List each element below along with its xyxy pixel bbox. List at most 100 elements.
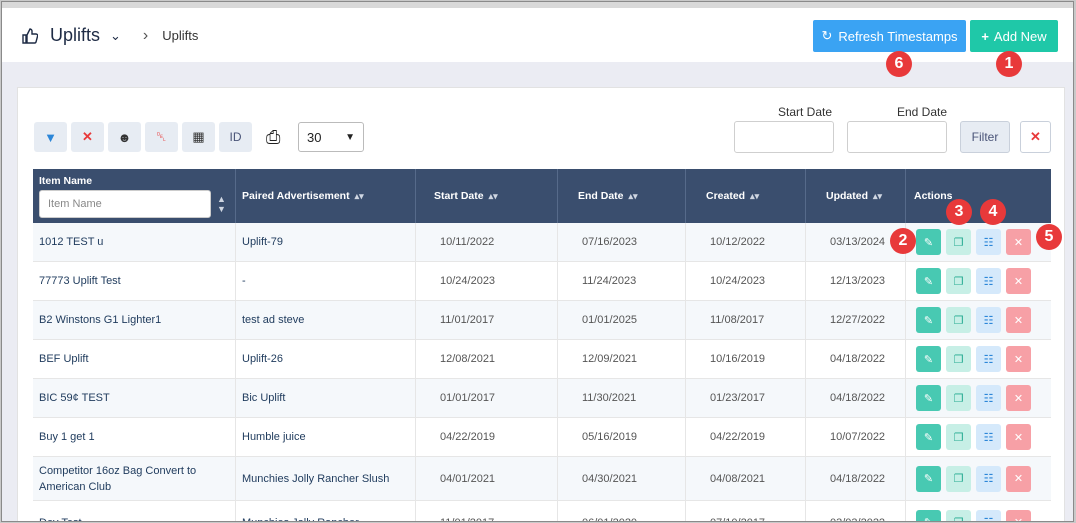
cell-item-name[interactable]: BIC 59¢ TEST — [33, 379, 236, 417]
end-date-input[interactable] — [847, 121, 947, 153]
document-button[interactable]: ☷ — [976, 465, 1001, 492]
copy-button[interactable]: ❐ — [946, 509, 971, 521]
sort-icon: ▴▾ — [354, 190, 364, 201]
item-name-filter-input[interactable]: Item Name — [39, 189, 211, 218]
document-button[interactable]: ☷ — [976, 424, 1001, 450]
column-created[interactable]: Created ▴▾ — [686, 169, 806, 223]
cell-item-name[interactable]: BEF Uplift — [33, 340, 236, 378]
table-row: Buy 1 get 1 Humble juice 04/22/2019 05/1… — [33, 418, 1051, 457]
page-size-value: 30 — [307, 129, 322, 145]
delete-row-button[interactable]: ✕ — [1006, 385, 1031, 411]
close-icon: ✕ — [1013, 314, 1024, 327]
delete-row-button[interactable]: ✕ — [1006, 268, 1031, 294]
add-new-button[interactable]: + Add New — [970, 20, 1058, 52]
plus-icon: + — [981, 28, 989, 44]
cell-end-date: 07/16/2023 — [558, 223, 686, 261]
cell-actions: ✎ ❐ ☷ ✕ — [906, 301, 1051, 339]
copy-button[interactable]: ❐ — [946, 424, 971, 450]
print-icon[interactable]: ⎙ — [266, 127, 290, 148]
start-date-input[interactable] — [734, 121, 834, 153]
copy-icon: ❐ — [953, 431, 964, 444]
filter-toggle-button[interactable]: ▼ — [34, 122, 67, 152]
delete-row-button[interactable]: ✕ — [1006, 424, 1031, 450]
cell-updated: 10/07/2022 — [806, 418, 906, 456]
refresh-timestamps-button[interactable]: ↻ Refresh Timestamps — [813, 20, 966, 52]
pencil-icon: ✎ — [923, 314, 934, 327]
cell-item-name[interactable]: Buy 1 get 1 — [33, 418, 236, 456]
document-button[interactable]: ☷ — [976, 229, 1001, 255]
id-toggle-button[interactable]: ID — [219, 122, 252, 152]
cell-actions: ✎ ❐ ☷ ✕ — [906, 379, 1051, 417]
cell-start-date: 10/11/2022 — [416, 223, 558, 261]
edit-button[interactable]: ✎ — [916, 385, 941, 411]
edit-button[interactable]: ✎ — [916, 268, 941, 294]
cell-item-name[interactable]: Dev Test — [33, 501, 236, 521]
page-size-select[interactable]: 30 ▼ — [298, 122, 364, 152]
uplifts-table: Item Name Item Name ▲︎ ▼ Paired Advertise… — [33, 169, 1051, 521]
table-row: BEF Uplift Uplift-26 12/08/2021 12/09/20… — [33, 340, 1051, 379]
breadcrumb[interactable]: Uplifts — [162, 28, 198, 43]
edit-button[interactable]: ✎ — [916, 307, 941, 333]
cell-created: 11/08/2017 — [686, 301, 806, 339]
cell-item-name[interactable]: B2 Winstons G1 Lighter1 — [33, 301, 236, 339]
callout-marker-1: 1 — [996, 51, 1022, 77]
close-icon: ✕ — [1013, 431, 1024, 444]
document-button[interactable]: ☷ — [976, 509, 1001, 521]
cell-item-name[interactable]: 1012 TEST u — [33, 223, 236, 261]
filter-button[interactable]: Filter — [960, 121, 1010, 153]
edit-button[interactable]: ✎ — [916, 229, 941, 255]
copy-button[interactable]: ❐ — [946, 307, 971, 333]
copy-button[interactable]: ❐ — [946, 268, 971, 294]
calendar-button[interactable]: ▦ — [182, 122, 215, 152]
column-label: Start Date — [434, 190, 484, 202]
user-secret-button[interactable]: ☻ — [108, 122, 141, 152]
copy-button[interactable]: ❐ — [946, 346, 971, 372]
cell-paired-ad: Uplift-26 — [236, 340, 416, 378]
edit-button[interactable]: ✎ — [916, 424, 941, 450]
callout-marker-4: 4 — [980, 199, 1006, 225]
document-icon: ☷ — [983, 275, 994, 288]
column-actions: Actions — [906, 169, 1051, 223]
page-title: Uplifts — [50, 25, 101, 45]
copy-button[interactable]: ❐ — [946, 229, 971, 255]
column-start-date[interactable]: Start Date ▴▾ — [416, 169, 558, 223]
cell-start-date: 04/22/2019 — [416, 418, 558, 456]
delete-button[interactable]: ␡ — [145, 122, 178, 152]
pencil-icon: ✎ — [923, 473, 934, 485]
clear-date-button[interactable]: ✕ — [1020, 121, 1051, 153]
table-row: 77773 Uplift Test - 10/24/2023 11/24/202… — [33, 262, 1051, 301]
document-button[interactable]: ☷ — [976, 385, 1001, 411]
clear-filters-button[interactable]: ✕ — [71, 122, 104, 152]
cell-actions: ✎ ❐ ☷ ✕ — [906, 501, 1051, 521]
edit-button[interactable]: ✎ — [916, 509, 941, 521]
delete-row-button[interactable]: ✕ — [1006, 346, 1031, 372]
column-end-date[interactable]: End Date ▴▾ — [558, 169, 686, 223]
cell-created: 04/08/2021 — [686, 457, 806, 500]
document-icon: ☷ — [983, 473, 994, 485]
document-button[interactable]: ☷ — [976, 307, 1001, 333]
document-icon: ☷ — [983, 353, 994, 366]
delete-row-button[interactable]: ✕ — [1006, 229, 1031, 255]
copy-button[interactable]: ❐ — [946, 385, 971, 411]
edit-button[interactable]: ✎ — [916, 346, 941, 372]
document-button[interactable]: ☷ — [976, 268, 1001, 294]
delete-row-button[interactable]: ✕ — [1006, 465, 1031, 492]
cell-item-name[interactable]: 77773 Uplift Test — [33, 262, 236, 300]
copy-button[interactable]: ❐ — [946, 465, 971, 492]
cell-start-date: 11/01/2017 — [416, 501, 558, 521]
delete-row-button[interactable]: ✕ — [1006, 307, 1031, 333]
cell-created: 10/12/2022 — [686, 223, 806, 261]
document-button[interactable]: ☷ — [976, 346, 1001, 372]
edit-button[interactable]: ✎ — [916, 465, 941, 492]
column-label: Created — [706, 190, 746, 202]
column-paired-ad[interactable]: Paired Advertisement ▴▾ — [236, 169, 416, 223]
column-updated[interactable]: Updated ▴▾ — [806, 169, 906, 223]
cell-end-date: 04/30/2021 — [558, 457, 686, 500]
delete-row-button[interactable]: ✕ — [1006, 509, 1031, 521]
document-icon: ☷ — [983, 314, 994, 327]
table-body: 1012 TEST u Uplift-79 10/11/2022 07/16/2… — [33, 223, 1051, 521]
sort-icon[interactable]: ▲︎ ▼ — [217, 194, 226, 214]
callout-marker-6: 6 — [886, 51, 912, 77]
chevron-down-icon[interactable]: ⌄ — [110, 28, 121, 44]
cell-item-name[interactable]: Competitor 16oz Bag Convert to American … — [33, 457, 236, 500]
